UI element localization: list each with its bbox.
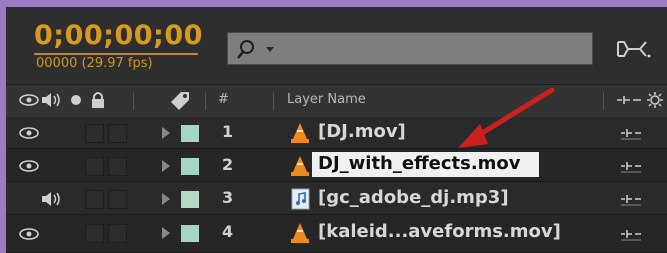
layer-number: 3 [222, 188, 234, 207]
composition-flowchart-icon[interactable] [614, 38, 654, 60]
search-dropdown-icon[interactable] [266, 47, 274, 52]
eye-icon[interactable] [18, 126, 40, 140]
expand-triangle-icon[interactable] [162, 127, 170, 139]
lock-toggle[interactable] [108, 157, 127, 176]
label-color-swatch[interactable] [181, 191, 199, 208]
number-column-header[interactable]: # [218, 92, 229, 107]
lock-toggle[interactable] [108, 224, 127, 243]
layer-name-edit-field[interactable]: DJ_with_effects.mov [312, 152, 539, 177]
column-separator [603, 92, 604, 110]
expand-triangle-icon[interactable] [162, 227, 170, 239]
column-separator [273, 92, 274, 110]
video-file-icon [291, 223, 309, 243]
speaker-icon[interactable] [40, 190, 64, 208]
shy-switch-icon[interactable] [620, 159, 642, 173]
label-column-icon[interactable] [169, 90, 191, 110]
label-color-swatch[interactable] [181, 125, 199, 142]
current-time-display[interactable]: 0;00;00;00 [34, 20, 203, 51]
column-separator [205, 92, 206, 110]
layer-number: 2 [222, 155, 234, 174]
search-input[interactable] [227, 32, 593, 65]
layer-number: 4 [222, 222, 234, 241]
layer-name-column-header[interactable]: Layer Name [287, 92, 366, 107]
lock-toggle[interactable] [108, 124, 127, 143]
audio-file-icon [291, 188, 310, 210]
expand-triangle-icon[interactable] [162, 160, 170, 172]
label-color-swatch[interactable] [181, 225, 199, 242]
layer-number: 1 [222, 122, 234, 141]
search-icon [237, 40, 254, 59]
shy-switch-icon[interactable] [620, 227, 642, 241]
annotation-arrow [458, 87, 555, 148]
eye-icon[interactable] [18, 227, 40, 241]
window-frame-top [0, 0, 667, 7]
video-file-icon [291, 123, 309, 143]
audio-column-icon[interactable] [40, 91, 64, 109]
solo-toggle[interactable] [85, 124, 104, 143]
lock-toggle[interactable] [108, 190, 127, 209]
column-separator [133, 92, 134, 110]
layer-name[interactable]: [gc_adobe_dj.mp3] [318, 187, 509, 208]
shy-switch-icon[interactable] [620, 126, 642, 140]
lock-column-icon[interactable] [90, 90, 106, 110]
eye-icon[interactable] [18, 159, 40, 173]
solo-toggle[interactable] [85, 224, 104, 243]
solo-toggle[interactable] [85, 157, 104, 176]
layer-name[interactable]: [DJ.mov] [318, 121, 406, 142]
eye-column-icon[interactable] [18, 93, 40, 107]
timeline-header: 0;00;00;00 00000 (29.97 fps) [6, 7, 667, 84]
label-color-swatch[interactable] [181, 158, 199, 175]
timecode-underline [34, 53, 198, 55]
solo-column-icon[interactable] [71, 95, 81, 105]
collapse-switch-icon[interactable] [646, 91, 664, 109]
frame-count-display: 00000 (29.97 fps) [36, 56, 153, 71]
expand-triangle-icon[interactable] [162, 193, 170, 205]
shy-switch-icon[interactable] [620, 192, 642, 206]
solo-toggle[interactable] [85, 190, 104, 209]
video-file-icon [291, 156, 309, 176]
shy-switch-icon[interactable] [616, 94, 642, 106]
layer-name[interactable]: [kaleid...aveforms.mov] [318, 221, 561, 242]
